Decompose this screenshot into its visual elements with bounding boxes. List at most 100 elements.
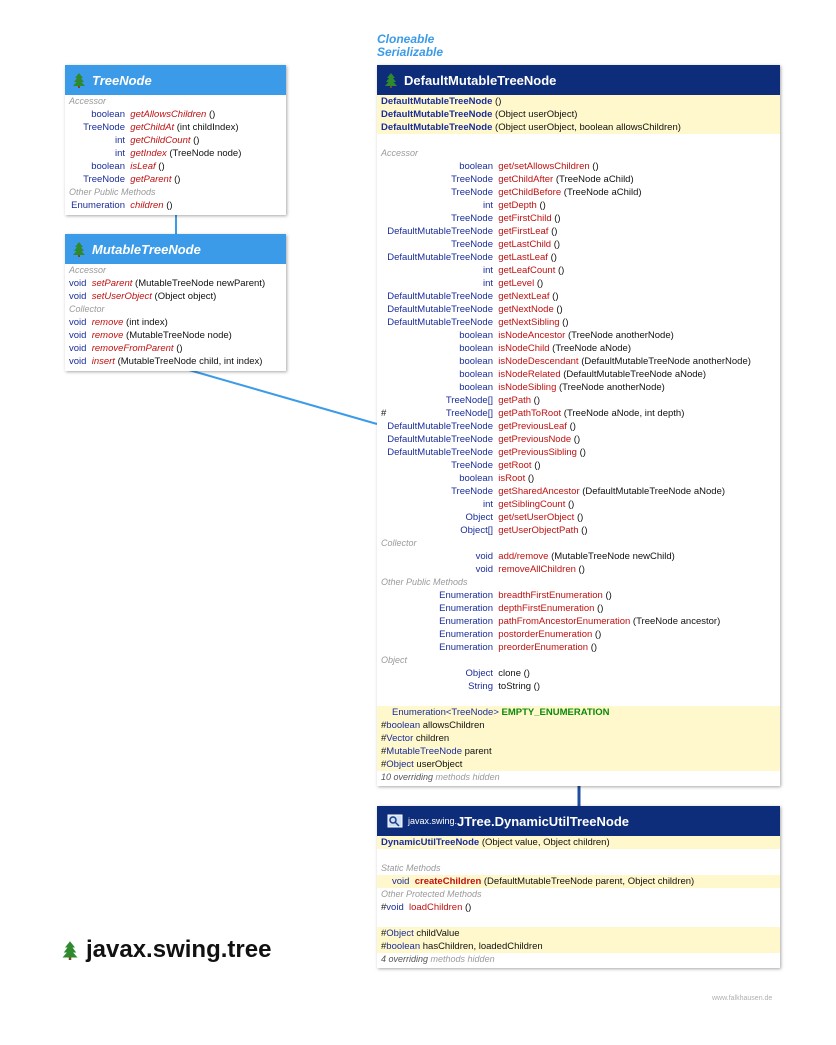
method-name[interactable]: remove: [92, 330, 124, 341]
constructor-name[interactable]: DefaultMutableTreeNode: [381, 122, 492, 133]
member-row[interactable]: void removeAllChildren (): [377, 563, 780, 576]
constructor-row[interactable]: DefaultMutableTreeNode (Object userObjec…: [377, 108, 780, 121]
dynamicutiltreenode-header[interactable]: javax.swing. JTree.DynamicUtilTreeNode: [377, 806, 780, 836]
member-row[interactable]: DefaultMutableTreeNode getNextSibling (): [377, 316, 780, 329]
member-row[interactable]: Enumeration breadthFirstEnumeration (): [377, 589, 780, 602]
member-row[interactable]: # TreeNode[] getPathToRoot (TreeNode aNod…: [377, 407, 780, 420]
method-name[interactable]: getSharedAncestor: [498, 486, 579, 497]
method-name[interactable]: get/setAllowsChildren: [498, 161, 589, 172]
member-row[interactable]: int getChildCount (): [65, 134, 286, 147]
field-name[interactable]: userObject: [416, 759, 462, 770]
member-row[interactable]: boolean isNodeSibling (TreeNode anotherN…: [377, 381, 780, 394]
protected-method-row[interactable]: #void loadChildren (): [377, 901, 780, 914]
member-row[interactable]: boolean isNodeChild (TreeNode aNode): [377, 342, 780, 355]
member-row[interactable]: DefaultMutableTreeNode getFirstLeaf (): [377, 225, 780, 238]
member-row[interactable]: boolean isRoot (): [377, 472, 780, 485]
member-row[interactable]: Object clone (): [377, 667, 780, 680]
method-name[interactable]: isRoot: [498, 473, 525, 484]
method-name[interactable]: getLastChild: [498, 239, 551, 250]
method-name[interactable]: depthFirstEnumeration: [498, 603, 594, 614]
method-name[interactable]: breadthFirstEnumeration: [498, 590, 603, 601]
member-row[interactable]: void removeFromParent (): [65, 342, 286, 355]
method-name[interactable]: getDepth: [498, 200, 537, 211]
method-name[interactable]: getPreviousLeaf: [498, 421, 567, 432]
member-row[interactable]: int getLevel (): [377, 277, 780, 290]
field-row[interactable]: #Object childValue: [377, 927, 780, 940]
static-field-row[interactable]: Enumeration<TreeNode> EMPTY_ENUMERATION: [377, 706, 780, 719]
constructor-name[interactable]: DefaultMutableTreeNode: [381, 96, 492, 107]
treenode-header[interactable]: TreeNode: [65, 65, 286, 95]
method-name[interactable]: get/setUserObject: [498, 512, 574, 523]
defaultmutabletreenode-header[interactable]: DefaultMutableTreeNode: [377, 65, 780, 95]
member-row[interactable]: Object get/setUserObject (): [377, 511, 780, 524]
method-name[interactable]: getIndex: [130, 148, 166, 159]
constructor-name[interactable]: DefaultMutableTreeNode: [381, 109, 492, 120]
field-name[interactable]: children: [416, 733, 449, 744]
method-name[interactable]: createChildren: [415, 876, 482, 887]
defaultmutabletreenode-class-box[interactable]: DefaultMutableTreeNode DefaultMutableTre…: [377, 65, 780, 786]
constructor-row[interactable]: DynamicUtilTreeNode (Object value, Objec…: [377, 836, 780, 849]
member-row[interactable]: boolean get/setAllowsChildren (): [377, 160, 780, 173]
member-row[interactable]: boolean isNodeDescendant (DefaultMutable…: [377, 355, 780, 368]
method-name[interactable]: postorderEnumeration: [498, 629, 592, 640]
field-name[interactable]: EMPTY_ENUMERATION: [502, 707, 610, 718]
method-name[interactable]: getLevel: [498, 278, 534, 289]
field-name[interactable]: childValue: [416, 928, 459, 939]
method-name[interactable]: getNextNode: [498, 304, 553, 315]
member-row[interactable]: int getLeafCount (): [377, 264, 780, 277]
member-row[interactable]: DefaultMutableTreeNode getNextLeaf (): [377, 290, 780, 303]
member-row[interactable]: boolean isNodeAncestor (TreeNode another…: [377, 329, 780, 342]
mutabletreenode-class-box[interactable]: MutableTreeNode Accessor void setParent (…: [65, 234, 286, 371]
field-row[interactable]: #MutableTreeNode parent: [377, 745, 780, 758]
method-name[interactable]: getNextSibling: [498, 317, 559, 328]
field-name[interactable]: allowsChildren: [423, 720, 485, 731]
mutabletreenode-header[interactable]: MutableTreeNode: [65, 234, 286, 264]
method-name[interactable]: getLastLeaf: [498, 252, 548, 263]
method-name[interactable]: getPreviousNode: [498, 434, 571, 445]
member-row[interactable]: TreeNode getFirstChild (): [377, 212, 780, 225]
field-name[interactable]: hasChildren, loadedChildren: [423, 941, 543, 952]
method-name[interactable]: remove: [92, 317, 124, 328]
method-name[interactable]: toString: [498, 681, 531, 692]
method-name[interactable]: children: [130, 200, 163, 211]
constructor-row[interactable]: DefaultMutableTreeNode (Object userObjec…: [377, 121, 780, 134]
member-row[interactable]: boolean isNodeRelated (DefaultMutableTre…: [377, 368, 780, 381]
field-row[interactable]: #boolean hasChildren, loadedChildren: [377, 940, 780, 953]
member-row[interactable]: void insert (MutableTreeNode child, int …: [65, 355, 286, 368]
method-name[interactable]: removeAllChildren: [498, 564, 576, 575]
method-name[interactable]: getParent: [130, 174, 171, 185]
method-name[interactable]: add/remove: [498, 551, 548, 562]
method-name[interactable]: isLeaf: [130, 161, 155, 172]
method-name[interactable]: loadChildren: [409, 902, 462, 913]
method-name[interactable]: getAllowsChildren: [130, 109, 206, 120]
member-row[interactable]: boolean isLeaf (): [65, 160, 286, 173]
method-name[interactable]: isNodeSibling: [498, 382, 556, 393]
member-row[interactable]: String toString (): [377, 680, 780, 693]
static-method-row[interactable]: void createChildren (DefaultMutableTreeN…: [377, 875, 780, 888]
member-row[interactable]: TreeNode getLastChild (): [377, 238, 780, 251]
method-name[interactable]: getLeafCount: [498, 265, 555, 276]
member-row[interactable]: TreeNode[] getPath (): [377, 394, 780, 407]
member-row[interactable]: DefaultMutableTreeNode getPreviousNode (…: [377, 433, 780, 446]
member-row[interactable]: Enumeration depthFirstEnumeration (): [377, 602, 780, 615]
method-name[interactable]: getSiblingCount: [498, 499, 565, 510]
method-name[interactable]: isNodeDescendant: [498, 356, 578, 367]
member-row[interactable]: TreeNode getSharedAncestor (DefaultMutab…: [377, 485, 780, 498]
member-row[interactable]: DefaultMutableTreeNode getLastLeaf (): [377, 251, 780, 264]
method-name[interactable]: getChildAt: [130, 122, 174, 133]
method-name[interactable]: getPathToRoot: [498, 408, 561, 419]
method-name[interactable]: getFirstLeaf: [498, 226, 548, 237]
member-row[interactable]: TreeNode getRoot (): [377, 459, 780, 472]
member-row[interactable]: int getSiblingCount (): [377, 498, 780, 511]
method-name[interactable]: getChildBefore: [498, 187, 561, 198]
method-name[interactable]: getRoot: [498, 460, 531, 471]
member-row[interactable]: TreeNode getParent (): [65, 173, 286, 186]
field-row[interactable]: #Object userObject: [377, 758, 780, 771]
member-row[interactable]: Enumeration preorderEnumeration (): [377, 641, 780, 654]
method-name[interactable]: getFirstChild: [498, 213, 551, 224]
method-name[interactable]: getChildCount: [130, 135, 190, 146]
method-name[interactable]: insert: [92, 356, 115, 367]
member-row[interactable]: DefaultMutableTreeNode getNextNode (): [377, 303, 780, 316]
member-row[interactable]: Enumeration postorderEnumeration (): [377, 628, 780, 641]
method-name[interactable]: getUserObjectPath: [498, 525, 578, 536]
